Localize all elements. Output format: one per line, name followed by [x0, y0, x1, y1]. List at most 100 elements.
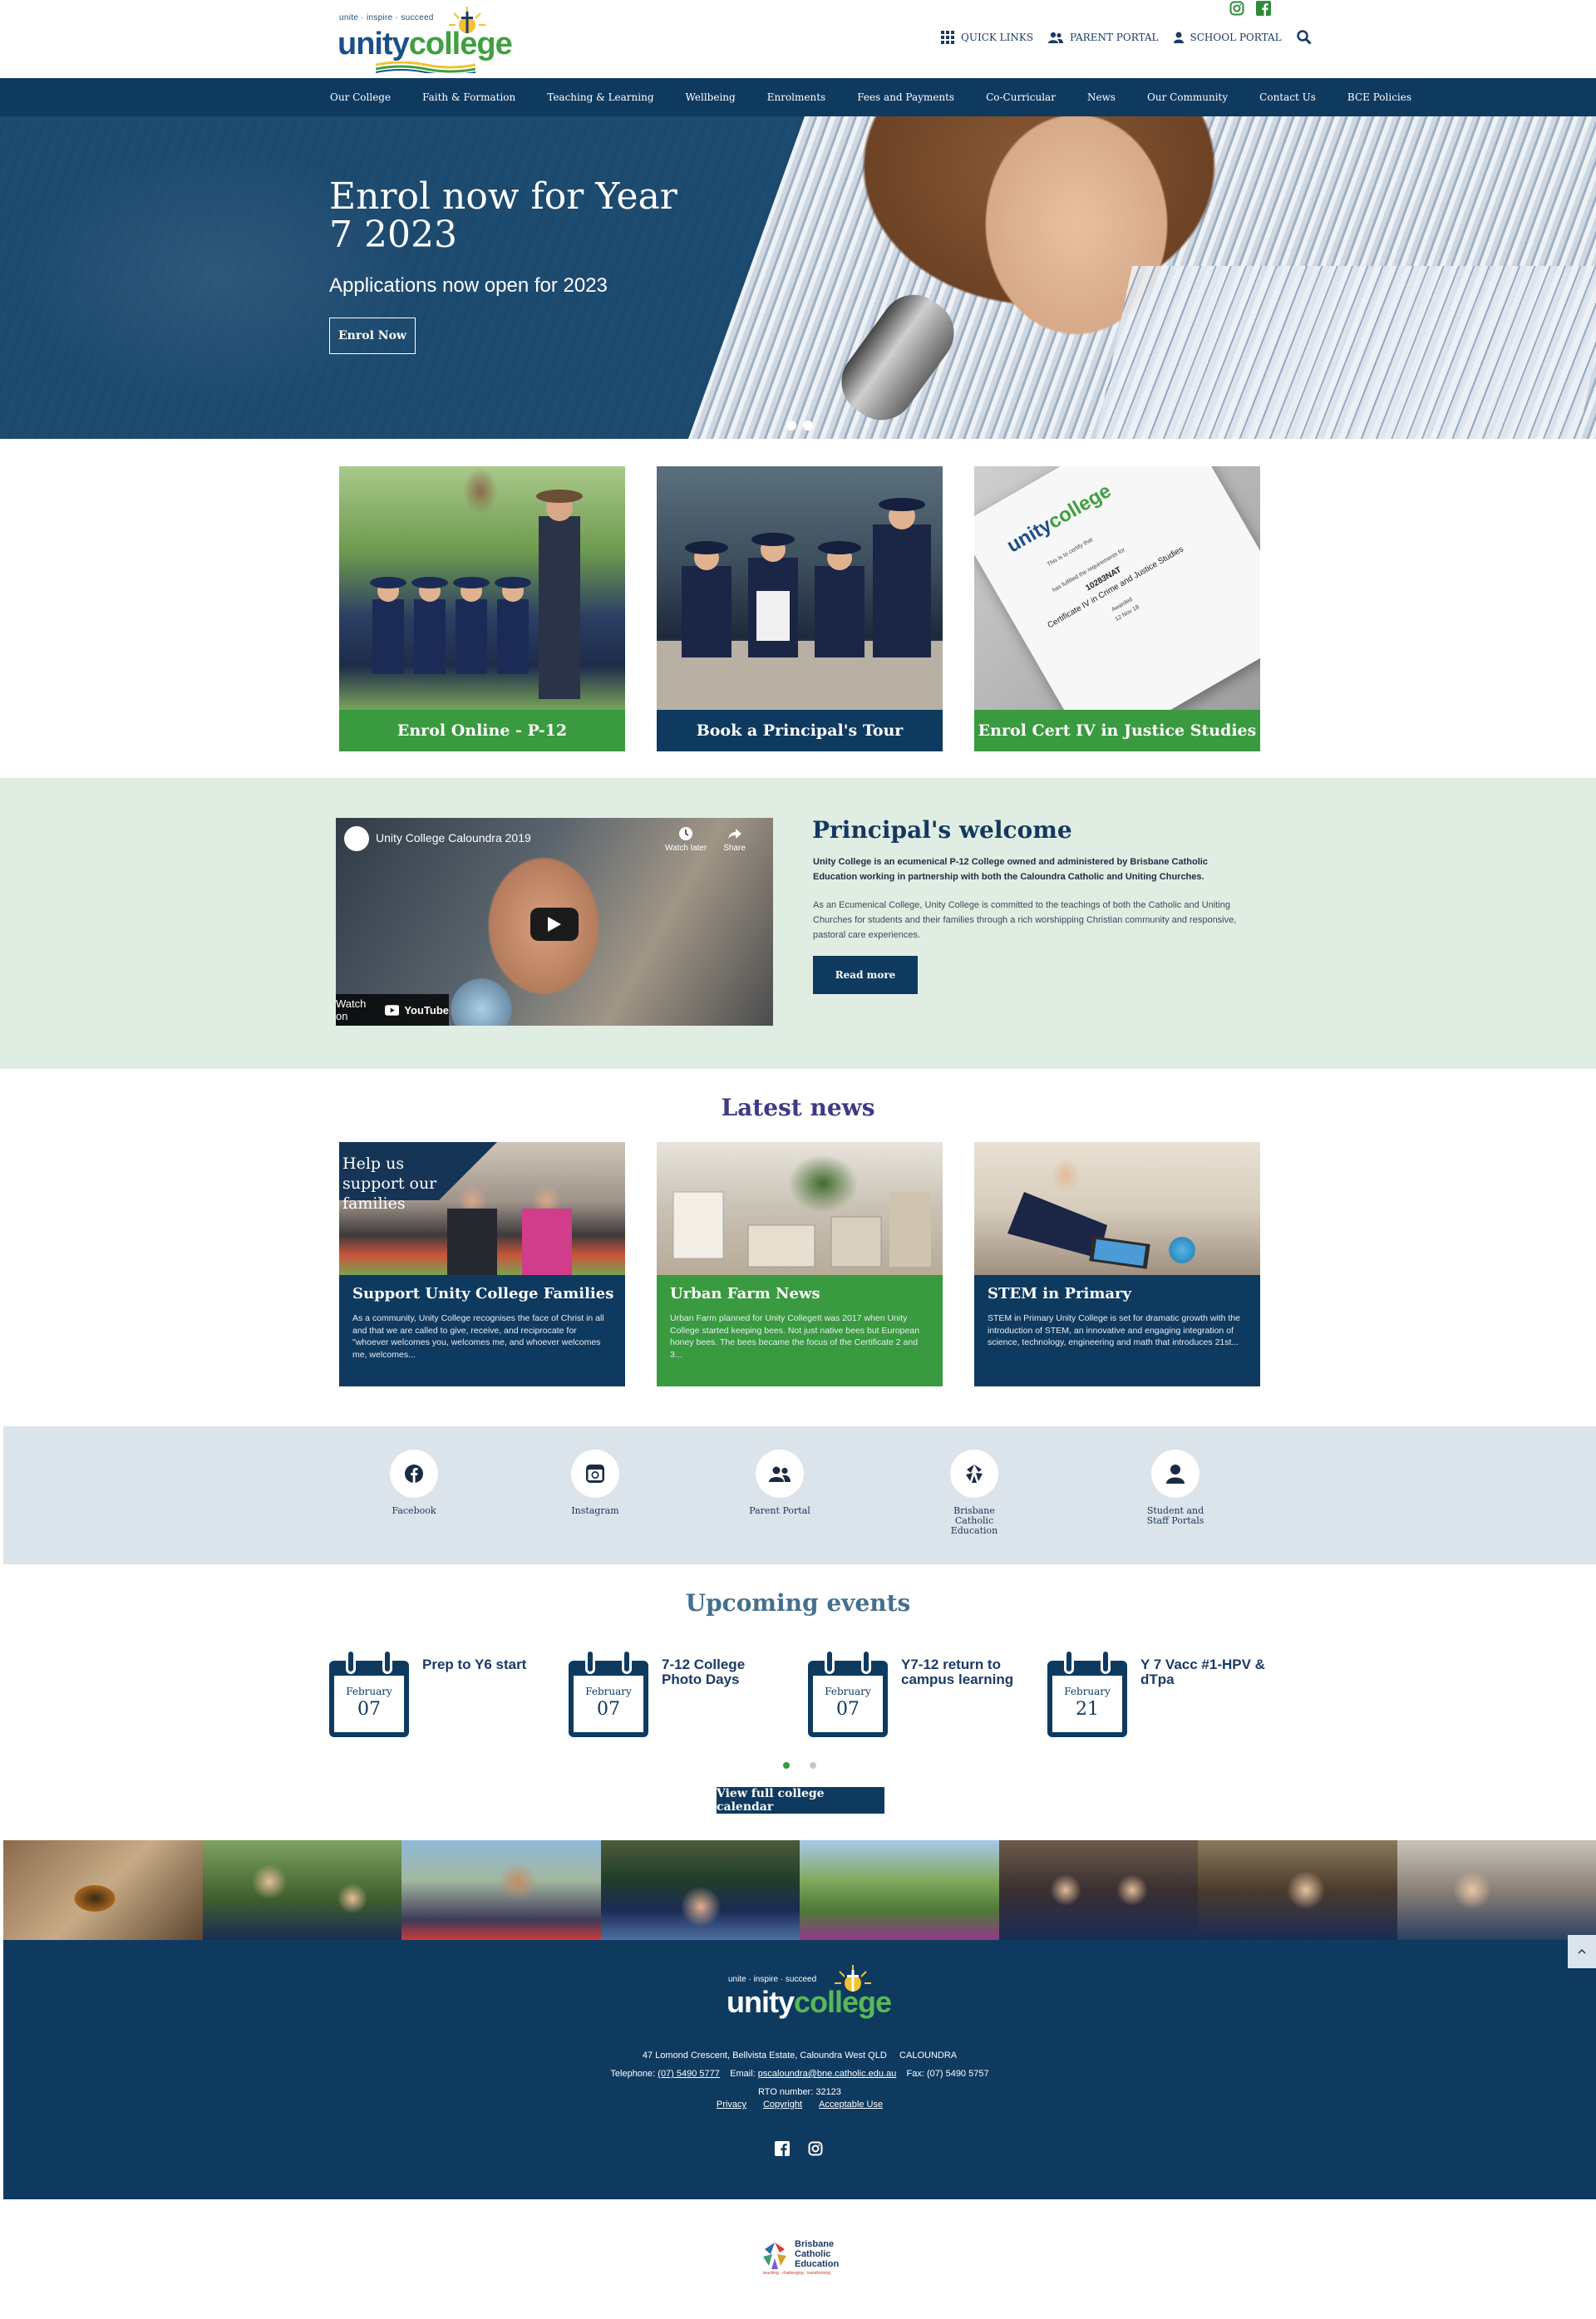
- quick-link-bce[interactable]: Brisbane Catholic Education: [924, 1450, 1024, 1536]
- quick-link-instagram[interactable]: Instagram: [545, 1450, 645, 1516]
- news-title[interactable]: Urban Farm News: [670, 1285, 820, 1302]
- nav-item-our-college[interactable]: Our College: [330, 91, 391, 103]
- search-icon[interactable]: [1296, 30, 1312, 45]
- copyright-link[interactable]: Copyright: [763, 2100, 802, 2110]
- slide-dot-2[interactable]: [803, 421, 813, 431]
- slide-dot-1[interactable]: [786, 421, 796, 431]
- news-card-stem-primary[interactable]: STEM in Primary STEM in Primary Unity Co…: [974, 1142, 1260, 1386]
- news-excerpt: As a community, Unity College recognises…: [352, 1313, 604, 1360]
- logo-waves-icon: [376, 62, 475, 73]
- tile-enrol-online[interactable]: Enrol Online - P-12: [339, 466, 625, 751]
- nav-item-enrolments[interactable]: Enrolments: [767, 91, 825, 103]
- nav-item-faith-formation[interactable]: Faith & Formation: [422, 91, 515, 103]
- event-item[interactable]: February 07 Prep to Y6 start: [329, 1649, 545, 1740]
- quick-links-link[interactable]: QUICK LINKS: [941, 31, 1033, 44]
- logo-tagline: unite · inspire · succeed: [339, 13, 434, 22]
- enrol-now-button[interactable]: Enrol Now: [329, 318, 416, 354]
- latest-news-title: Latest news: [721, 1094, 875, 1121]
- nav-item-co-curricular[interactable]: Co-Curricular: [986, 91, 1056, 103]
- chevron-up-icon: [1578, 1949, 1586, 1954]
- unity-college-logo[interactable]: unite · inspire · succeed unitycollege: [337, 5, 513, 73]
- strip-photo-bee: [3, 1840, 203, 1940]
- calendar-icon: February 07: [569, 1649, 648, 1737]
- email-link[interactable]: pscaloundra@bne.catholic.edu.au: [758, 2069, 897, 2079]
- hero-subtitle: Applications now open for 2023: [329, 274, 608, 297]
- event-title[interactable]: Prep to Y6 start: [422, 1657, 547, 1672]
- event-day: 07: [836, 1699, 860, 1720]
- tile-book-principal-tour[interactable]: Book a Principal's Tour: [657, 466, 943, 751]
- tile-label: Enrol Online - P-12: [339, 710, 625, 751]
- parent-portal-link[interactable]: PARENT PORTAL: [1048, 32, 1159, 43]
- quick-link-label: Brisbane Catholic Education: [950, 1505, 998, 1536]
- events-page-dot-2[interactable]: [810, 1762, 816, 1769]
- event-item[interactable]: February 07 7-12 College Photo Days: [569, 1649, 785, 1740]
- tile-enrol-cert-iv[interactable]: unitycollege This is to certify that has…: [974, 466, 1260, 751]
- read-more-button[interactable]: Read more: [813, 956, 918, 994]
- event-day: 07: [597, 1699, 620, 1720]
- certificate-logo: unitycollege: [1002, 480, 1116, 558]
- principal-welcome-body: As an Ecumenical College, Unity College …: [813, 900, 1237, 940]
- quick-link-label: Instagram: [571, 1505, 619, 1516]
- share-button[interactable]: Share: [723, 826, 746, 853]
- bce-logo-mark-icon: [763, 2243, 786, 2269]
- tile-label: Enrol Cert IV in Justice Studies: [974, 710, 1260, 751]
- view-calendar-button[interactable]: View full college calendar: [717, 1787, 884, 1814]
- tile-sitting-illustration: [657, 498, 943, 710]
- play-button[interactable]: [530, 908, 579, 941]
- bce-logo-tagline: teaching · challenging · transforming: [763, 2271, 830, 2276]
- news-stem-illustration: [1007, 1192, 1150, 1269]
- tile-label: Book a Principal's Tour: [657, 710, 943, 751]
- video-title[interactable]: Unity College Caloundra 2019: [376, 831, 531, 844]
- main-navigation: Our College Faith & Formation Teaching &…: [0, 78, 1596, 116]
- news-excerpt: Urban Farm planned for Unity CollegeIt w…: [670, 1313, 920, 1360]
- news-card-support-families[interactable]: Help us support our families Support Uni…: [339, 1142, 625, 1386]
- telephone-link[interactable]: (07) 5490 5777: [658, 2069, 720, 2079]
- watch-later-button[interactable]: Watch later: [665, 826, 707, 853]
- quick-link-student-staff-portals[interactable]: Student and Staff Portals: [1126, 1450, 1225, 1526]
- telephone-label: Telephone:: [610, 2069, 656, 2079]
- privacy-link[interactable]: Privacy: [717, 2100, 746, 2110]
- nav-item-our-community[interactable]: Our Community: [1147, 91, 1228, 103]
- watch-on-youtube-button[interactable]: Watch on YouTube: [336, 994, 449, 1026]
- nav-item-contact-us[interactable]: Contact Us: [1259, 91, 1316, 103]
- hero-slide-dots: [786, 421, 813, 431]
- news-title[interactable]: STEM in Primary: [988, 1285, 1131, 1302]
- nav-item-news[interactable]: News: [1087, 91, 1116, 103]
- event-title[interactable]: Y7-12 return to campus learning: [901, 1657, 1026, 1687]
- event-item[interactable]: February 21 Y 7 Vacc #1-HPV & dTpa: [1047, 1649, 1265, 1740]
- news-image-kitchen: Help us support our families: [339, 1142, 625, 1275]
- school-portal-link[interactable]: SCHOOL PORTAL: [1173, 32, 1282, 43]
- youtube-video-embed[interactable]: Unity College Caloundra 2019 Watch later…: [336, 818, 773, 1026]
- footer-logo-tagline: unite · inspire · succeed: [728, 1975, 817, 1984]
- nav-item-bce-policies[interactable]: BCE Policies: [1347, 91, 1411, 103]
- event-title[interactable]: Y 7 Vacc #1-HPV & dTpa: [1140, 1657, 1265, 1687]
- news-image-honey: [657, 1142, 943, 1275]
- footer-logo-wordmark: unitycollege: [727, 1985, 892, 2019]
- acceptable-use-link[interactable]: Acceptable Use: [819, 2100, 883, 2110]
- nav-item-wellbeing[interactable]: Wellbeing: [686, 91, 736, 103]
- bce-logo[interactable]: Brisbane Catholic Education teaching · c…: [758, 2236, 850, 2276]
- nav-item-fees-payments[interactable]: Fees and Payments: [857, 91, 954, 103]
- quick-link-facebook[interactable]: Facebook: [364, 1450, 464, 1516]
- event-title[interactable]: 7-12 College Photo Days: [662, 1657, 786, 1687]
- quick-link-parent-portal[interactable]: Parent Portal: [730, 1450, 830, 1516]
- video-actions: Watch later Share: [665, 826, 746, 853]
- principal-welcome-lead: Unity College is an ecumenical P-12 Coll…: [813, 857, 1208, 882]
- instagram-icon[interactable]: [1229, 0, 1245, 17]
- news-excerpt: STEM in Primary Unity College is set for…: [988, 1313, 1241, 1347]
- facebook-icon[interactable]: [775, 2141, 790, 2156]
- footer-address: 47 Lomond Crescent, Bellvista Estate, Ca…: [642, 2051, 887, 2061]
- news-title[interactable]: Support Unity College Families: [352, 1285, 613, 1302]
- events-page-dot-1[interactable]: [783, 1762, 790, 1769]
- nav-item-teaching-learning[interactable]: Teaching & Learning: [547, 91, 653, 103]
- channel-avatar[interactable]: [344, 826, 369, 851]
- scroll-to-top-button[interactable]: [1568, 1935, 1596, 1968]
- news-card-urban-farm[interactable]: Urban Farm News Urban Farm planned for U…: [657, 1142, 943, 1386]
- hero-title: Enrol now for Year 7 2023: [329, 175, 677, 256]
- instagram-icon[interactable]: [808, 2141, 823, 2156]
- news-overlay-text: Help us support our families: [342, 1155, 437, 1213]
- footer-legal-links: Privacy Copyright Acceptable Use: [3, 2100, 1596, 2110]
- facebook-icon[interactable]: [1255, 0, 1272, 17]
- footer-logo[interactable]: unite · inspire · succeed unitycollege: [723, 1958, 892, 2023]
- event-item[interactable]: February 07 Y7-12 return to campus learn…: [808, 1649, 1024, 1740]
